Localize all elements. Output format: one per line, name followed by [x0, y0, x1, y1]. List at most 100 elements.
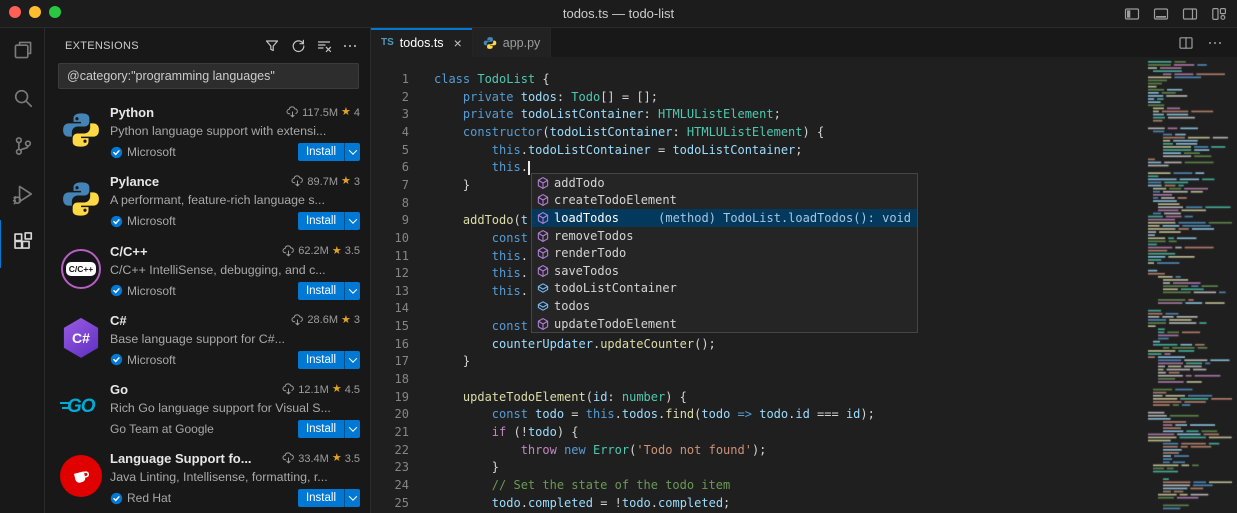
line-number: 13: [371, 283, 409, 301]
more-icon[interactable]: [1206, 34, 1223, 51]
method-icon: [535, 175, 551, 191]
suggest-item-todos[interactable]: todos: [532, 297, 917, 315]
python-logo: [60, 109, 102, 151]
extension-stats: 28.6M★3: [285, 314, 360, 327]
extensions-header: EXTENSIONS: [45, 28, 370, 63]
minimap[interactable]: [1146, 57, 1237, 513]
code-line: 17 }: [371, 353, 1237, 371]
rating-value: 3: [354, 176, 360, 188]
chevron-down-icon: [348, 424, 356, 432]
code-editor[interactable]: 1class TodoList {2 private todos: Todo[]…: [371, 57, 1237, 513]
install-button[interactable]: Install: [298, 351, 360, 369]
extensions-sidebar: EXTENSIONS Python117.5M★4Python language…: [45, 28, 371, 513]
rating-value: 4: [354, 107, 360, 119]
activity-item-source-control[interactable]: [0, 124, 44, 172]
install-button[interactable]: Install: [298, 212, 360, 230]
install-dropdown-button[interactable]: [344, 282, 360, 300]
install-button[interactable]: Install: [298, 282, 360, 300]
install-button-label[interactable]: Install: [298, 489, 344, 507]
chevron-down-icon: [348, 216, 356, 224]
extension-footer: MicrosoftInstall: [110, 143, 360, 161]
publisher-name: Microsoft: [127, 284, 176, 298]
extension-item-go[interactable]: GOGo12.1M★4.5Rich Go language support fo…: [45, 374, 370, 443]
line-content: throw new Error('Todo not found');: [434, 442, 766, 460]
download-count: 117.5M: [302, 107, 338, 119]
extension-item-cpp[interactable]: C/C++C/C++62.2M★3.5C/C++ IntelliSense, d…: [45, 236, 370, 305]
extensions-search-input[interactable]: [58, 63, 359, 89]
suggest-item-removetodos[interactable]: removeTodos: [532, 227, 917, 245]
install-button-label[interactable]: Install: [298, 212, 344, 230]
install-button[interactable]: Install: [298, 143, 360, 161]
line-content: addTodo(t: [434, 212, 528, 230]
suggest-item-savetodos[interactable]: saveTodos: [532, 262, 917, 280]
more-icon[interactable]: [341, 37, 358, 54]
star-icon: ★: [332, 246, 342, 257]
chevron-down-icon: [348, 493, 356, 501]
line-content: const todo = this.todos.find(todo => tod…: [434, 406, 875, 424]
clear-icon[interactable]: [315, 37, 332, 54]
install-dropdown-button[interactable]: [344, 143, 360, 161]
code-line: 16 counterUpdater.updateCounter();: [371, 336, 1237, 354]
tab-close-button[interactable]: ×: [454, 35, 462, 51]
line-content: private todos: Todo[] = [];: [434, 89, 658, 107]
download-count: 12.1M: [298, 384, 329, 396]
filter-icon[interactable]: [263, 37, 280, 54]
line-number: 8: [371, 195, 409, 213]
layout-sidebar-left-icon[interactable]: [1123, 5, 1140, 22]
install-button-label[interactable]: Install: [298, 143, 344, 161]
extension-description: Java Linting, Intellisense, formatting, …: [110, 470, 360, 486]
suggest-detail: (method) TodoList.loadTodos(): void: [658, 211, 917, 225]
extension-item-csharp[interactable]: C#C#28.6M★3Base language support for C#.…: [45, 305, 370, 374]
refresh-icon[interactable]: [289, 37, 306, 54]
source-control-icon: [12, 135, 34, 162]
layout-panel-icon[interactable]: [1152, 5, 1169, 22]
extension-item-python[interactable]: Python117.5M★4Python language support wi…: [45, 97, 370, 166]
extension-publisher: Red Hat: [110, 491, 171, 505]
activity-item-search[interactable]: [0, 76, 44, 124]
method-icon: [535, 228, 551, 244]
activity-item-run-debug[interactable]: [0, 172, 44, 220]
line-content: // Set the state of the todo item: [434, 477, 730, 495]
layout-customize-icon[interactable]: [1210, 5, 1227, 22]
layout-sidebar-right-icon[interactable]: [1181, 5, 1198, 22]
tab-app-py[interactable]: app.py: [473, 28, 552, 57]
activity-item-explorer[interactable]: [0, 28, 44, 76]
install-button-label[interactable]: Install: [298, 282, 344, 300]
install-dropdown-button[interactable]: [344, 420, 360, 438]
extension-details: Go12.1M★4.5Rich Go language support for …: [110, 381, 360, 438]
extension-name: Language Support fo...: [110, 451, 252, 466]
install-button[interactable]: Install: [298, 489, 360, 507]
extension-item-pylance[interactable]: Pylance89.7M★3A performant, feature-rich…: [45, 166, 370, 235]
titlebar-layout-icons: [1123, 0, 1227, 27]
suggest-item-createtodoelement[interactable]: createTodoElement: [532, 192, 917, 210]
suggest-item-updatetodoelement[interactable]: updateTodoElement: [532, 315, 917, 333]
install-button-label[interactable]: Install: [298, 351, 344, 369]
install-button[interactable]: Install: [298, 420, 360, 438]
method-icon: [535, 245, 551, 261]
install-button-label[interactable]: Install: [298, 420, 344, 438]
extension-item-java[interactable]: Language Support fo...33.4M★3.5Java Lint…: [45, 443, 370, 512]
suggest-item-rendertodo[interactable]: renderTodo: [532, 244, 917, 262]
extension-publisher: Go Team at Google: [110, 422, 214, 436]
publisher-name: Microsoft: [127, 353, 176, 367]
cpp-logo: C/C++: [60, 248, 102, 290]
line-number: 7: [371, 177, 409, 195]
activity-item-extensions[interactable]: [0, 220, 44, 268]
publisher-name: Red Hat: [127, 491, 171, 505]
install-dropdown-button[interactable]: [344, 489, 360, 507]
install-dropdown-button[interactable]: [344, 212, 360, 230]
extension-name-row: Go12.1M★4.5: [110, 381, 360, 398]
method-icon: [535, 263, 551, 279]
editor-tabbar: TStodos.ts×app.py: [371, 28, 1237, 57]
code-line: 18: [371, 371, 1237, 389]
suggest-item-addtodo[interactable]: addTodo: [532, 174, 917, 192]
tab-todos-ts[interactable]: TStodos.ts×: [371, 28, 473, 57]
extension-name-row: Python117.5M★4: [110, 104, 360, 121]
downloads-icon: [282, 383, 295, 396]
install-dropdown-button[interactable]: [344, 351, 360, 369]
suggest-item-todolistcontainer[interactable]: todoListContainer: [532, 280, 917, 298]
split-editor-icon[interactable]: [1177, 34, 1194, 51]
suggest-item-loadtodos[interactable]: loadTodos(method) TodoList.loadTodos(): …: [532, 209, 917, 227]
line-number: 2: [371, 89, 409, 107]
line-content: }: [434, 177, 470, 195]
